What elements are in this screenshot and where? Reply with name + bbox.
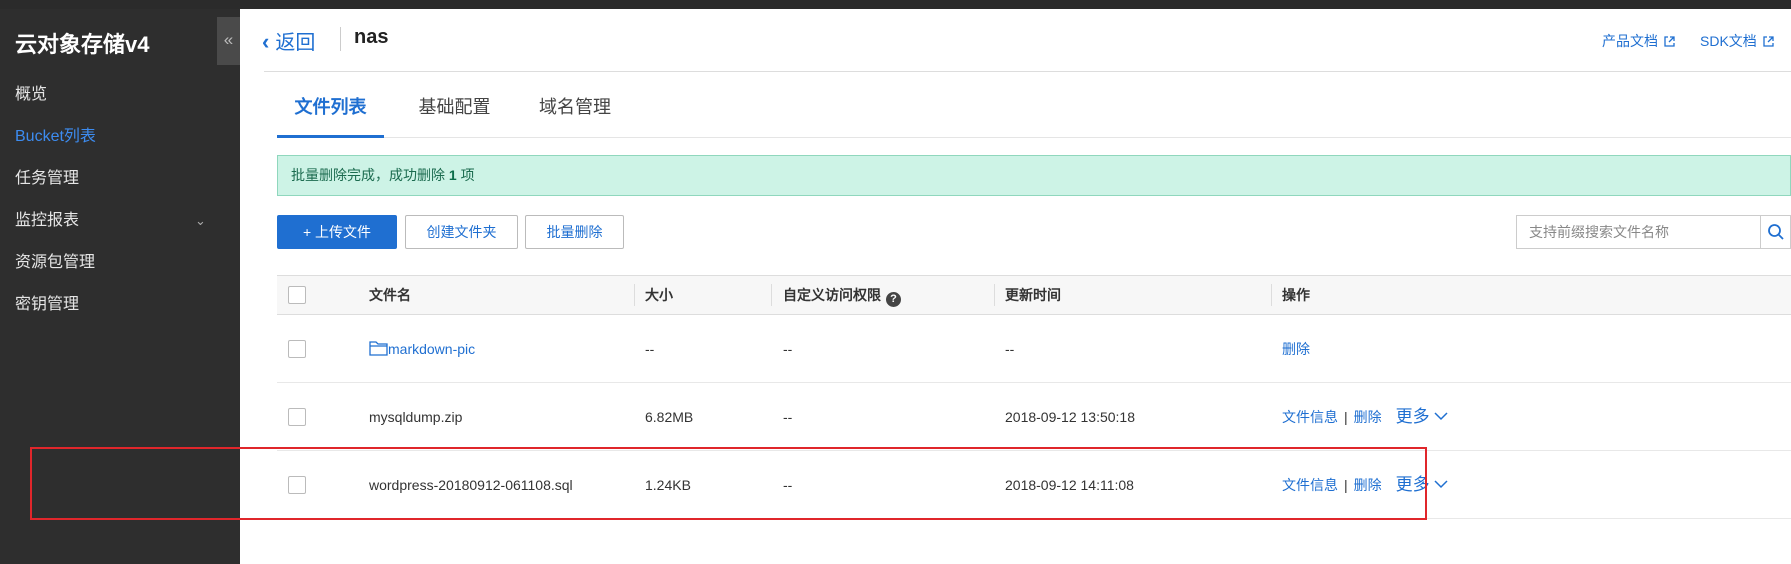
column-separator <box>634 284 635 306</box>
tab-basic-config[interactable]: 基础配置 <box>403 83 506 138</box>
alert-count: 1 <box>448 167 457 183</box>
column-header-name[interactable]: 文件名 <box>369 276 411 314</box>
chevron-left-icon: ‹ <box>262 29 270 54</box>
table-row: mysqldump.zip 6.82MB -- 2018-09-12 13:50… <box>277 383 1791 451</box>
product-doc-link[interactable]: 产品文档 <box>1602 31 1675 51</box>
file-size: 6.82MB <box>645 409 694 425</box>
search-input[interactable]: 支持前缀搜索文件名称 <box>1516 215 1761 249</box>
column-header-updated[interactable]: 更新时间 <box>1005 276 1061 314</box>
file-acl: -- <box>783 341 793 357</box>
column-separator <box>771 284 772 306</box>
chevron-down-icon <box>1434 412 1448 421</box>
file-updated: -- <box>1005 341 1015 357</box>
delete-button[interactable]: 删除 <box>1354 409 1382 425</box>
sidebar-item-monitoring[interactable]: 监控报表 ⌄ <box>0 200 240 242</box>
select-all-checkbox[interactable] <box>288 286 306 304</box>
row-checkbox[interactable] <box>288 408 306 426</box>
sidebar-item-tasks[interactable]: 任务管理 <box>0 158 240 200</box>
folder-link[interactable]: markdown-pic <box>369 315 475 383</box>
file-name: mysqldump.zip <box>369 409 463 425</box>
page-title: nas <box>354 26 389 48</box>
file-size: -- <box>645 341 655 357</box>
sdk-doc-label: SDK文档 <box>1700 33 1757 49</box>
external-link-icon <box>1763 36 1774 47</box>
folder-name: markdown-pic <box>388 341 476 357</box>
top-bar <box>0 0 1791 9</box>
page-header: ‹ 返回 nas 产品文档 SDK文档 <box>240 9 1791 72</box>
table-row: markdown-pic -- -- -- 删除 <box>277 315 1791 383</box>
column-header-actions: 操作 <box>1282 287 1310 303</box>
column-separator <box>994 284 995 306</box>
header-divider <box>340 27 341 51</box>
create-folder-button[interactable]: 创建文件夹 <box>405 215 518 249</box>
sidebar-item-label: 监控报表 <box>15 212 80 229</box>
external-link-icon <box>1664 36 1675 47</box>
upload-file-button[interactable]: + 上传文件 <box>277 215 397 249</box>
column-header-acl: 自定义访问权限? <box>783 276 901 314</box>
file-updated: 2018-09-12 13:50:18 <box>1005 409 1135 425</box>
header-rule <box>264 71 1791 72</box>
table-header: 文件名 大小 自定义访问权限? 更新时间 操作 <box>277 275 1791 315</box>
column-header-size[interactable]: 大小 <box>645 276 673 314</box>
row-actions: 文件信息 | 删除 更多 <box>1282 383 1448 451</box>
action-separator: | <box>1344 409 1348 425</box>
search-button[interactable] <box>1761 215 1791 249</box>
column-separator <box>1271 284 1272 306</box>
folder-icon <box>369 341 388 356</box>
sidebar-item-resource-packs[interactable]: 资源包管理 <box>0 242 240 284</box>
success-alert: 批量删除完成，成功删除 1 项 <box>277 155 1791 196</box>
alert-suffix: 项 <box>456 167 475 183</box>
sidebar-item-keys[interactable]: 密钥管理 <box>0 284 240 326</box>
highlight-box <box>30 447 1427 520</box>
more-dropdown[interactable]: 更多 <box>1396 407 1448 426</box>
alert-text: 批量删除完成，成功删除 <box>291 167 449 183</box>
app-title: 云对象存储v4 <box>15 32 150 57</box>
back-label: 返回 <box>275 32 316 54</box>
sidebar-menu: 概览 Bucket列表 任务管理 监控报表 ⌄ 资源包管理 密钥管理 <box>0 74 240 326</box>
more-label: 更多 <box>1395 407 1430 426</box>
search-icon <box>1768 224 1784 240</box>
row-checkbox[interactable] <box>288 340 306 358</box>
file-acl: -- <box>783 409 793 425</box>
sdk-doc-link[interactable]: SDK文档 <box>1700 31 1774 51</box>
tab-bar: 文件列表 基础配置 域名管理 <box>277 83 1791 138</box>
delete-button[interactable]: 删除 <box>1282 315 1310 383</box>
sidebar-item-overview[interactable]: 概览 <box>0 74 240 116</box>
batch-delete-button[interactable]: 批量删除 <box>525 215 624 249</box>
chevron-down-icon: ⌄ <box>195 213 206 228</box>
collapse-sidebar-icon[interactable]: « <box>217 17 240 65</box>
back-button[interactable]: ‹ 返回 <box>262 26 315 55</box>
product-doc-label: 产品文档 <box>1602 33 1658 49</box>
help-icon[interactable]: ? <box>886 292 901 307</box>
sidebar-item-bucket-list[interactable]: Bucket列表 <box>0 116 240 158</box>
chevron-down-icon <box>1434 480 1448 489</box>
tab-domain-management[interactable]: 域名管理 <box>525 83 625 138</box>
column-header-acl-label: 自定义访问权限 <box>783 287 881 303</box>
tab-file-list[interactable]: 文件列表 <box>277 83 384 138</box>
file-info-button[interactable]: 文件信息 <box>1282 409 1338 425</box>
